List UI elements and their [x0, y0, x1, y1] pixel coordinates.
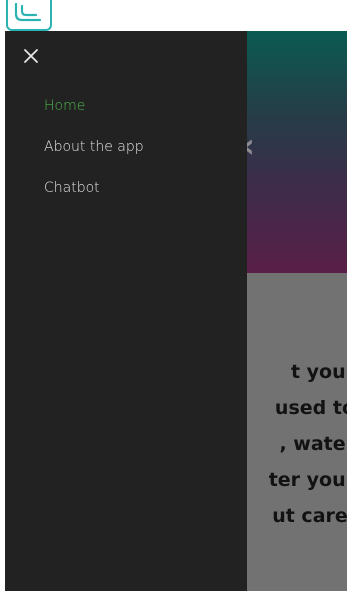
drawer-menu: Home About the app Chatbot — [44, 95, 144, 218]
app-screen: ‹ t your used to , water ter your ut car… — [0, 0, 351, 591]
menu-item-about[interactable]: About the app — [44, 136, 144, 177]
app-logo[interactable] — [6, 0, 52, 31]
side-drawer: Home About the app Chatbot — [5, 31, 247, 591]
screen-edge — [347, 31, 351, 591]
app-logo-icon — [14, 2, 42, 22]
menu-item-home[interactable]: Home — [44, 95, 144, 136]
menu-item-chatbot[interactable]: Chatbot — [44, 177, 144, 218]
close-icon[interactable] — [22, 47, 42, 67]
